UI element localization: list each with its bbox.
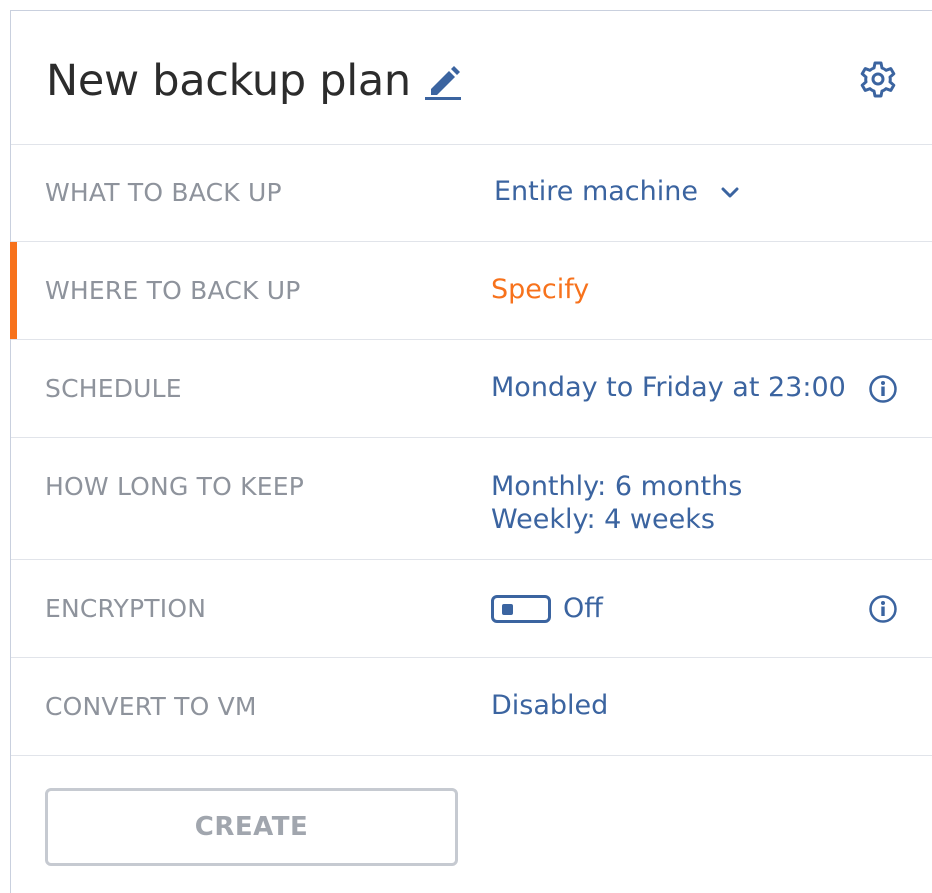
retention-monthly: Monthly: 6 months bbox=[491, 471, 743, 502]
create-button[interactable]: CREATE bbox=[45, 788, 458, 866]
row-label-schedule: SCHEDULE bbox=[45, 374, 182, 403]
schedule-link[interactable]: Monday to Friday at 23:00 bbox=[491, 372, 846, 403]
row-convert-to-vm: CONVERT TO VM Disabled bbox=[11, 658, 932, 756]
row-schedule: SCHEDULE Monday to Friday at 23:00 bbox=[11, 340, 932, 438]
title-wrap: New backup plan bbox=[46, 55, 463, 107]
retention-link[interactable]: Monthly: 6 months Weekly: 4 weeks bbox=[491, 470, 742, 536]
convert-link[interactable]: Disabled bbox=[491, 690, 608, 721]
row-label-where: WHERE TO BACK UP bbox=[45, 276, 301, 305]
what-dropdown-value: Entire machine bbox=[494, 176, 698, 207]
page-title: New backup plan bbox=[46, 56, 411, 106]
retention-weekly: Weekly: 4 weeks bbox=[491, 504, 715, 535]
row-label-what: WHAT TO BACK UP bbox=[45, 178, 282, 207]
what-dropdown[interactable]: Entire machine bbox=[494, 176, 739, 207]
encryption-state: Off bbox=[563, 593, 603, 624]
panel-header: New backup plan bbox=[11, 11, 932, 145]
toggle-knob bbox=[502, 603, 513, 615]
encryption-toggle-wrap: Off bbox=[491, 592, 603, 624]
row-how-long-to-keep: HOW LONG TO KEEP Monthly: 6 months Weekl… bbox=[11, 438, 932, 560]
row-label-encryption: ENCRYPTION bbox=[45, 594, 207, 623]
backup-plan-panel: New backup plan WHAT TO BACK UP Entire m… bbox=[10, 10, 932, 893]
info-icon[interactable] bbox=[868, 374, 898, 404]
specify-link[interactable]: Specify bbox=[491, 274, 589, 305]
row-encryption: ENCRYPTION Off bbox=[11, 560, 932, 658]
row-where-to-back-up: WHERE TO BACK UP Specify bbox=[10, 242, 932, 340]
row-what-to-back-up: WHAT TO BACK UP Entire machine bbox=[11, 144, 932, 242]
row-label-convert: CONVERT TO VM bbox=[45, 692, 257, 721]
encryption-toggle[interactable] bbox=[491, 594, 551, 623]
info-icon[interactable] bbox=[868, 594, 898, 624]
gear-icon[interactable] bbox=[858, 59, 898, 99]
pencil-icon[interactable] bbox=[423, 61, 463, 101]
chevron-down-icon bbox=[721, 187, 739, 197]
row-label-keep: HOW LONG TO KEEP bbox=[45, 472, 305, 501]
